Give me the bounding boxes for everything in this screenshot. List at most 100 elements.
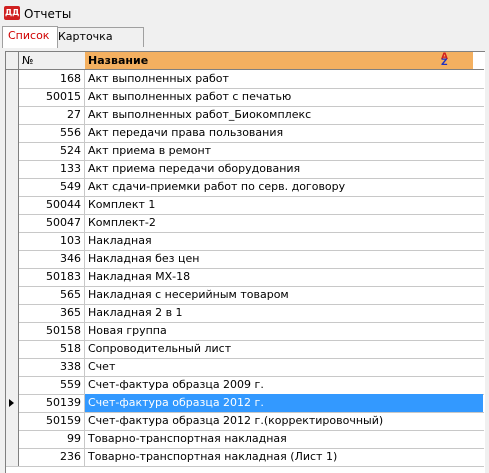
table-row[interactable]: 236 Товарно-транспортная накладная (Лист … <box>6 448 484 467</box>
table-row[interactable]: 565 Накладная с несерийным товаром <box>6 286 484 305</box>
cell-number[interactable]: 50044 <box>19 196 85 214</box>
row-indicator[interactable] <box>6 250 19 268</box>
row-indicator[interactable] <box>6 214 19 232</box>
current-row-arrow-icon <box>9 399 14 407</box>
table-row[interactable]: 559 Счет-фактура образца 2009 г. <box>6 376 484 395</box>
table-row[interactable]: 50139 Счет-фактура образца 2012 г. <box>6 394 484 413</box>
cell-number[interactable]: 556 <box>19 124 85 142</box>
table-row[interactable]: 133 Акт приема передачи оборудования <box>6 160 484 179</box>
cell-name[interactable]: Счет <box>85 358 483 376</box>
cell-number[interactable]: 50139 <box>19 394 85 412</box>
cell-number[interactable]: 99 <box>19 430 85 448</box>
cell-number[interactable]: 346 <box>19 250 85 268</box>
cell-number[interactable]: 565 <box>19 286 85 304</box>
row-indicator[interactable] <box>6 88 19 106</box>
cell-number[interactable]: 50158 <box>19 322 85 340</box>
row-indicator[interactable] <box>6 232 19 250</box>
row-indicator[interactable] <box>6 160 19 178</box>
row-indicator[interactable] <box>6 106 19 124</box>
tab-list[interactable]: Список <box>2 26 58 48</box>
row-indicator[interactable] <box>6 394 19 412</box>
cell-name[interactable]: Накладная <box>85 232 483 250</box>
table-row[interactable]: 549 Акт сдачи-приемки работ по серв. дого… <box>6 178 484 197</box>
cell-name[interactable]: Счет-фактура образца 2012 г.(корректиров… <box>85 412 483 430</box>
row-indicator[interactable] <box>6 412 19 430</box>
table-row[interactable]: 27 Акт выполненных работ_Биокомплекс <box>6 106 484 125</box>
column-header-name-label: Название <box>88 54 149 67</box>
row-indicator[interactable] <box>6 448 19 466</box>
cell-name[interactable]: Накладная МХ-18 <box>85 268 483 286</box>
table-row[interactable]: 338 Счет <box>6 358 484 377</box>
cell-name[interactable]: Накладная 2 в 1 <box>85 304 483 322</box>
cell-number[interactable]: 365 <box>19 304 85 322</box>
cell-name[interactable]: Новая группа <box>85 322 483 340</box>
table-row[interactable]: 518 Сопроводительный лист <box>6 340 484 359</box>
cell-number[interactable]: 549 <box>19 178 85 196</box>
cell-number[interactable]: 50159 <box>19 412 85 430</box>
cell-name[interactable]: Накладная без цен <box>85 250 483 268</box>
table-row[interactable]: 524 Акт приема в ремонт <box>6 142 484 161</box>
table-row[interactable]: 50183 Накладная МХ-18 <box>6 268 484 287</box>
row-indicator[interactable] <box>6 268 19 286</box>
cell-number[interactable]: 50015 <box>19 88 85 106</box>
cell-name[interactable]: Комплект 1 <box>85 196 483 214</box>
cell-number[interactable]: 338 <box>19 358 85 376</box>
cell-name[interactable]: Сопроводительный лист <box>85 340 483 358</box>
row-indicator[interactable] <box>6 124 19 142</box>
row-indicator[interactable] <box>6 196 19 214</box>
cell-number[interactable]: 50183 <box>19 268 85 286</box>
cell-number[interactable]: 524 <box>19 142 85 160</box>
row-indicator[interactable] <box>6 358 19 376</box>
table-row[interactable]: 346 Накладная без цен <box>6 250 484 269</box>
row-indicator[interactable] <box>6 70 19 88</box>
row-indicator-header <box>6 52 19 69</box>
table-row[interactable]: 50159 Счет-фактура образца 2012 г.(коррек… <box>6 412 484 431</box>
cell-number[interactable]: 27 <box>19 106 85 124</box>
column-header-number[interactable]: № <box>19 52 88 69</box>
cell-name[interactable]: Акт выполненных работ с печатью <box>85 88 483 106</box>
row-indicator[interactable] <box>6 286 19 304</box>
app-logo-icon: ДД <box>4 6 20 20</box>
cell-number[interactable]: 168 <box>19 70 85 88</box>
cell-name[interactable]: Комплект-2 <box>85 214 483 232</box>
cell-name[interactable]: Акт сдачи-приемки работ по серв. договор… <box>85 178 483 196</box>
cell-number[interactable]: 518 <box>19 340 85 358</box>
row-indicator[interactable] <box>6 304 19 322</box>
sort-az-icon[interactable]: AZ <box>441 53 453 68</box>
table-row[interactable]: 50015 Акт выполненных работ с печатью <box>6 88 484 107</box>
cell-number[interactable]: 133 <box>19 160 85 178</box>
table-row[interactable]: 556 Акт передачи права пользования <box>6 124 484 143</box>
cell-name[interactable]: Товарно-транспортная накладная (Лист 1) <box>85 448 483 466</box>
cell-name[interactable]: Акт выполненных работ_Биокомплекс <box>85 106 483 124</box>
column-header-name[interactable]: Название AZ <box>85 52 473 69</box>
table-row[interactable]: 99 Товарно-транспортная накладная <box>6 430 484 449</box>
cell-number[interactable]: 236 <box>19 448 85 466</box>
cell-name[interactable]: Счет-фактура образца 2012 г. <box>85 394 483 412</box>
cell-name[interactable]: Накладная с несерийным товаром <box>85 286 483 304</box>
row-indicator[interactable] <box>6 178 19 196</box>
row-indicator[interactable] <box>6 322 19 340</box>
window-title: Отчеты <box>24 7 72 21</box>
cell-number[interactable]: 50047 <box>19 214 85 232</box>
table-row[interactable]: 168 Акт выполненных работ <box>6 70 484 89</box>
table-row[interactable]: 50047 Комплект-2 <box>6 214 484 233</box>
cell-name[interactable]: Акт приема в ремонт <box>85 142 483 160</box>
row-indicator[interactable] <box>6 376 19 394</box>
cell-name[interactable]: Акт приема передачи оборудования <box>85 160 483 178</box>
table-row[interactable]: 365 Накладная 2 в 1 <box>6 304 484 323</box>
cell-number[interactable]: 103 <box>19 232 85 250</box>
cell-name[interactable]: Акт передачи права пользования <box>85 124 483 142</box>
row-indicator[interactable] <box>6 142 19 160</box>
cell-number[interactable]: 559 <box>19 376 85 394</box>
tab-card[interactable]: Карточка <box>52 27 144 47</box>
table-row[interactable]: 103 Накладная <box>6 232 484 251</box>
row-indicator[interactable] <box>6 430 19 448</box>
table-row[interactable]: 50044 Комплект 1 <box>6 196 484 215</box>
row-indicator[interactable] <box>6 340 19 358</box>
cell-name[interactable]: Акт выполненных работ <box>85 70 483 88</box>
cell-name[interactable]: Счет-фактура образца 2009 г. <box>85 376 483 394</box>
title-bar: ДД Отчеты <box>0 0 489 26</box>
cell-name[interactable]: Товарно-транспортная накладная <box>85 430 483 448</box>
table-row[interactable]: 50158 Новая группа <box>6 322 484 341</box>
grid-header: № Название AZ <box>6 52 484 70</box>
